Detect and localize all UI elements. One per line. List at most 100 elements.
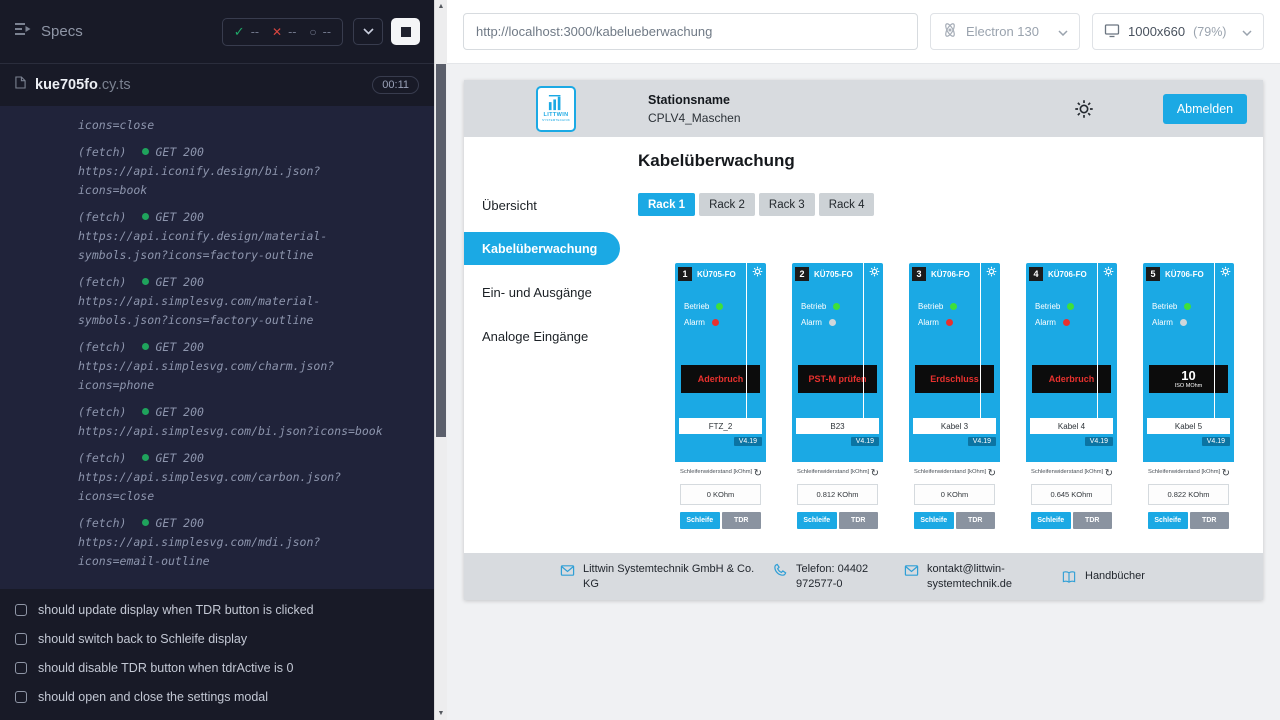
failed-x-icon: ✕ [272, 25, 282, 39]
schleife-button[interactable]: Schleife [797, 512, 837, 529]
collapse-button[interactable] [353, 18, 383, 45]
tab-rack-4[interactable]: Rack 4 [819, 193, 875, 216]
sidebar-item-analoge-eingaenge[interactable]: Analoge Eingänge [464, 314, 620, 358]
log-url: https://api.simplesvg.com/material-symbo… [78, 292, 388, 330]
log-status: GET 200 [155, 145, 203, 159]
stat-passed: ✓ -- [234, 24, 259, 40]
green-led-icon [1067, 303, 1074, 310]
schleife-button[interactable]: Schleife [1148, 512, 1188, 529]
card-settings-gear-icon[interactable] [1103, 266, 1114, 277]
footer-email: kontakt@littwin-systemtechnik.de [904, 562, 1027, 592]
log-entry[interactable]: (fetch)GET 200 https://api.iconify.desig… [78, 208, 418, 265]
main-content: Kabelüberwachung Rack 1 Rack 2 Rack 3 Ra… [620, 137, 1263, 600]
specs-label[interactable]: Specs [41, 23, 83, 40]
refresh-icon[interactable]: ↻ [754, 469, 762, 479]
stop-run-button[interactable] [391, 18, 420, 45]
log-entry[interactable]: (fetch)GET 200 https://api.simplesvg.com… [78, 403, 418, 441]
off-led-icon [829, 319, 836, 326]
tdr-button[interactable]: TDR [956, 512, 996, 529]
test-state-icon [15, 691, 27, 703]
firmware-version: V4.19 [851, 437, 879, 446]
test-item[interactable]: should update display when TDR button is… [15, 603, 419, 617]
alarm-led: Alarm [1035, 318, 1117, 327]
tdr-button[interactable]: TDR [1190, 512, 1230, 529]
address-bar[interactable] [463, 13, 918, 50]
log-url: https://api.simplesvg.com/mdi.json?icons… [78, 533, 388, 571]
status-message: Aderbruch [698, 374, 744, 384]
refresh-icon[interactable]: ↻ [1105, 469, 1113, 479]
card-settings-gear-icon[interactable] [869, 266, 880, 277]
tdr-button[interactable]: TDR [722, 512, 762, 529]
status-dot-icon [142, 213, 149, 220]
chevron-down-icon [363, 28, 374, 35]
logout-button[interactable]: Abmelden [1163, 94, 1247, 124]
schleife-button[interactable]: Schleife [914, 512, 954, 529]
log-entry[interactable]: (fetch)GET 200 https://api.iconify.desig… [78, 143, 418, 200]
status-dot-icon [142, 278, 149, 285]
resistance-value: 0 KOhm [680, 484, 761, 505]
log-entry[interactable]: (fetch)GET 200 https://api.simplesvg.com… [78, 338, 418, 395]
footer-company: Littwin Systemtechnik GmbH & Co. KG [560, 562, 761, 592]
company-name: Littwin Systemtechnik GmbH & Co. KG [583, 562, 761, 592]
tdr-button[interactable]: TDR [839, 512, 879, 529]
green-led-icon [1184, 303, 1191, 310]
viewport-selector[interactable]: 1000x660 (79%) [1092, 13, 1264, 50]
screen: Specs ✓ -- ✕ -- ○ -- [0, 0, 1280, 720]
refresh-icon[interactable]: ↻ [1222, 469, 1230, 479]
divider [746, 263, 747, 426]
log-entry[interactable]: (fetch)GET 200 https://api.simplesvg.com… [78, 514, 418, 571]
phone-number: Telefon: 04402 972577-0 [796, 562, 878, 592]
test-item[interactable]: should open and close the settings modal [15, 690, 419, 704]
status-leds: Betrieb Alarm [909, 302, 1000, 327]
manuals-link[interactable]: Handbücher [1085, 569, 1145, 584]
slot-number-badge: 2 [795, 267, 809, 281]
scrollbar-thumb[interactable] [436, 64, 446, 437]
log-entry[interactable]: (fetch)GET 200 https://api.simplesvg.com… [78, 273, 418, 330]
browser-selector[interactable]: Electron 130 [930, 13, 1080, 50]
tab-rack-3[interactable]: Rack 3 [759, 193, 815, 216]
card-settings-gear-icon[interactable] [986, 266, 997, 277]
sidebar-item-ein-und-ausgaenge[interactable]: Ein- und Ausgänge [464, 270, 620, 314]
specs-menu-icon[interactable] [14, 22, 32, 41]
log-entry[interactable]: icons=close [78, 116, 418, 135]
cable-name-field: B23 [796, 418, 879, 434]
betrieb-led: Betrieb [801, 302, 883, 311]
refresh-icon[interactable]: ↻ [988, 469, 996, 479]
test-state-icon [15, 662, 27, 674]
tab-rack-2[interactable]: Rack 2 [699, 193, 755, 216]
status-message: PST-M prüfen [809, 374, 867, 384]
log-url: https://api.simplesvg.com/bi.json?icons=… [78, 422, 388, 441]
log-prefix: (fetch) [78, 405, 126, 419]
status-display: Aderbruch [1032, 365, 1111, 393]
test-list: should update display when TDR button is… [0, 589, 434, 718]
test-title: should disable TDR button when tdrActive… [38, 661, 293, 675]
tab-rack-1[interactable]: Rack 1 [638, 193, 695, 216]
status-leds: Betrieb Alarm [792, 302, 883, 327]
refresh-icon[interactable]: ↻ [871, 469, 879, 479]
scroll-down-arrow-icon[interactable]: ▼ [435, 710, 447, 717]
passed-check-icon: ✓ [234, 24, 245, 40]
sidebar-item-kabelueberwachung[interactable]: Kabelüberwachung [464, 232, 620, 265]
tdr-button[interactable]: TDR [1073, 512, 1113, 529]
log-entry[interactable]: (fetch)GET 200 https://api.simplesvg.com… [78, 449, 418, 506]
test-item[interactable]: should switch back to Schleife display [15, 632, 419, 646]
spec-timer: 00:11 [372, 76, 419, 94]
scroll-up-arrow-icon[interactable]: ▲ [435, 3, 447, 10]
test-item[interactable]: should disable TDR button when tdrActive… [15, 661, 419, 675]
sidebar-item-uebersicht[interactable]: Übersicht [464, 183, 620, 227]
schleife-button[interactable]: Schleife [680, 512, 720, 529]
green-led-icon [716, 303, 723, 310]
slot-number-badge: 4 [1029, 267, 1043, 281]
measurement-label: Schleifenwiderstand [kOhm] [1148, 469, 1220, 475]
settings-gear-icon[interactable] [1073, 98, 1095, 120]
schleife-button[interactable]: Schleife [1031, 512, 1071, 529]
chevron-down-icon [1242, 24, 1252, 39]
card-settings-gear-icon[interactable] [752, 266, 763, 277]
test-title: should switch back to Schleife display [38, 632, 247, 646]
spec-file-row[interactable]: kue705fo .cy.ts 00:11 [0, 64, 434, 106]
test-title: should update display when TDR button is… [38, 603, 314, 617]
reporter-scrollbar[interactable]: ▲ ▼ [434, 0, 447, 720]
status-display: Erdschluss [915, 365, 994, 393]
card-settings-gear-icon[interactable] [1220, 266, 1231, 277]
measurement-label: Schleifenwiderstand [kOhm] [1031, 469, 1103, 475]
